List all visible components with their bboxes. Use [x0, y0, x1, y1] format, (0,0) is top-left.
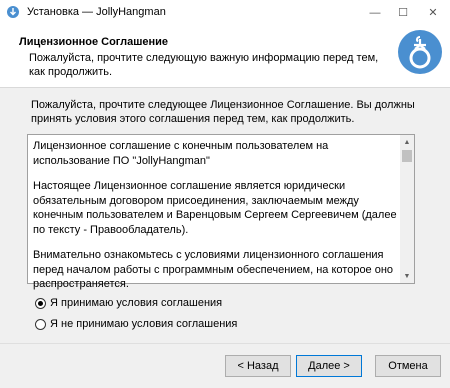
maximize-button[interactable]: ☐	[388, 0, 418, 25]
scroll-thumb[interactable]	[402, 150, 412, 162]
license-textbox[interactable]: Лицензионное соглашение с конечным польз…	[27, 134, 415, 290]
title-bar: Установка — JollyHangman — ☐ ✕	[0, 0, 450, 25]
next-button[interactable]: Далее >	[296, 355, 362, 377]
back-button[interactable]: < Назад	[225, 355, 291, 377]
decline-label[interactable]: Я не принимаю условия соглашения	[50, 318, 237, 330]
page-subtitle: Пожалуйста, прочтите следующую важную ин…	[29, 52, 379, 78]
license-paragraph: Настоящее Лицензионное соглашение являет…	[33, 180, 397, 236]
decline-radio[interactable]	[35, 318, 46, 330]
intro-text: Пожалуйста, прочтите следующее Лицензион…	[31, 99, 415, 125]
license-paragraph: Лицензионное соглашение с конечным польз…	[33, 140, 329, 167]
footer-divider	[0, 343, 450, 344]
accept-radio[interactable]	[35, 297, 46, 309]
license-text: Лицензионное соглашение с конечным польз…	[33, 139, 398, 303]
window-title: Установка — JollyHangman	[27, 6, 166, 18]
license-paragraph: Внимательно ознакомьтесь с условиями лиц…	[33, 249, 394, 290]
minimize-button[interactable]: —	[360, 0, 390, 25]
setup-icon	[7, 6, 19, 18]
hangman-logo-icon	[398, 30, 442, 74]
accept-label[interactable]: Я принимаю условия соглашения	[50, 297, 222, 309]
close-button[interactable]: ✕	[418, 0, 448, 25]
decline-option[interactable]: Я не принимаю условия соглашения	[35, 318, 237, 330]
scroll-down-icon[interactable]: ▼	[400, 269, 414, 283]
page-title: Лицензионное Соглашение	[19, 36, 169, 48]
accept-option[interactable]: Я принимаю условия соглашения	[35, 297, 222, 309]
cancel-button[interactable]: Отмена	[375, 355, 441, 377]
scroll-up-icon[interactable]: ▲	[400, 135, 414, 149]
vertical-scrollbar[interactable]: ▲ ▼	[400, 135, 414, 283]
wizard-header: Лицензионное Соглашение Пожалуйста, проч…	[0, 25, 450, 88]
